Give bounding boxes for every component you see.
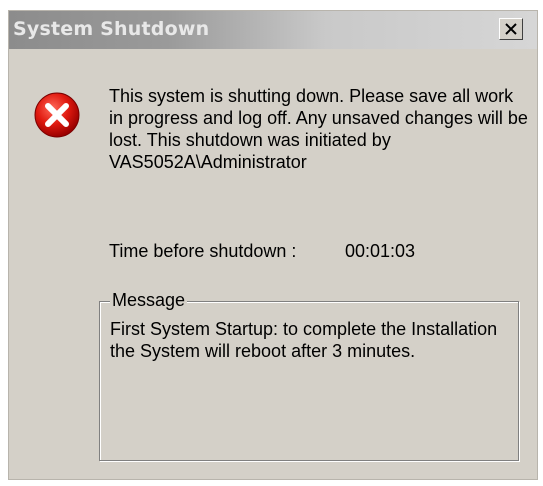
close-button[interactable] [499,18,523,40]
close-icon [505,23,517,35]
message-text: First System Startup: to complete the In… [110,319,498,361]
error-icon [34,92,80,138]
window-title: System Shutdown [13,18,210,40]
system-shutdown-dialog: System Shutdown This system is shutting … [8,10,538,480]
time-before-shutdown-label: Time before shutdown : [109,241,297,261]
message-groupbox: Message First System Startup: to complet… [99,290,519,461]
time-before-shutdown-value: 00:01:03 [345,241,416,261]
message-legend: Message [110,290,188,311]
shutdown-message: This system is shutting down. Please sav… [109,86,528,172]
title-bar[interactable]: System Shutdown [9,11,537,49]
